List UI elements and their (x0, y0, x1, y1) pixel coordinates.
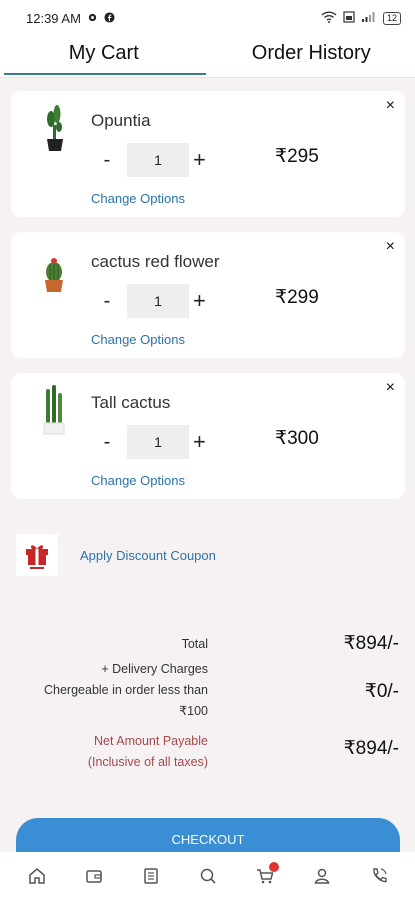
orders-icon[interactable] (137, 862, 165, 890)
quantity-stepper: - 1 + (97, 425, 206, 459)
item-price: ₹295 (275, 146, 319, 167)
remove-item-close-icon[interactable]: × (386, 379, 395, 397)
increase-qty-button[interactable]: + (193, 288, 206, 314)
quantity-field[interactable]: 1 (127, 425, 189, 459)
delivery-label: + Delivery Charges Chergeable in order l… (44, 662, 208, 718)
change-options-link[interactable]: Change Options (91, 473, 185, 488)
apply-coupon-link[interactable]: Apply Discount Coupon (80, 548, 216, 563)
increase-qty-button[interactable]: + (193, 429, 206, 455)
delivery-value: ₹0/- (364, 681, 399, 702)
cart-item: Opuntia - 1 + ₹295 Change Options × (11, 91, 405, 217)
change-options-link[interactable]: Change Options (91, 332, 185, 347)
bottom-nav (0, 852, 415, 900)
red-flower-cactus-icon (37, 242, 71, 298)
net-amount-value: ₹894/- (343, 738, 399, 759)
total-value: ₹894/- (343, 633, 399, 654)
item-price: ₹299 (275, 287, 319, 308)
decrease-qty-button[interactable]: - (97, 149, 117, 172)
settings-gear-icon (87, 11, 98, 26)
cart-icon[interactable] (251, 862, 279, 890)
tall-cactus-icon (37, 383, 71, 439)
tab-order-history[interactable]: Order History (208, 36, 415, 77)
status-time: 12:39 AM (26, 10, 81, 26)
facebook-icon (104, 11, 115, 26)
tab-my-cart[interactable]: My Cart (0, 36, 208, 77)
decrease-qty-button[interactable]: - (97, 290, 117, 313)
remove-item-close-icon[interactable]: × (386, 97, 395, 115)
gift-icon (16, 534, 58, 576)
net-amount-label: Net Amount Payable (Inclusive of all tax… (87, 734, 208, 769)
increase-qty-button[interactable]: + (193, 147, 206, 173)
cart-tabs: My Cart Order History (0, 36, 415, 78)
remove-item-close-icon[interactable]: × (386, 238, 395, 256)
signal-icon (361, 11, 377, 26)
item-name: cactus red flower (91, 252, 220, 271)
wifi-icon (321, 10, 337, 26)
cart-item: cactus red flower - 1 + ₹299 Change Opti… (11, 232, 405, 358)
battery-icon: 12 (382, 11, 401, 25)
sim-icon (343, 10, 355, 26)
status-bar: 12:39 AM 12 (0, 0, 415, 36)
discount-coupon-row[interactable]: Apply Discount Coupon (16, 534, 216, 576)
change-options-link[interactable]: Change Options (91, 191, 185, 206)
home-icon[interactable] (23, 862, 51, 890)
decrease-qty-button[interactable]: - (97, 431, 117, 454)
search-icon[interactable] (194, 862, 222, 890)
phone-icon[interactable] (365, 862, 393, 890)
item-name: Tall cactus (91, 393, 171, 412)
item-price: ₹300 (275, 428, 319, 449)
cart-item: Tall cactus - 1 + ₹300 Change Options × (11, 373, 405, 499)
total-label: Total (181, 637, 208, 651)
cart-badge (268, 862, 279, 872)
user-icon[interactable] (308, 862, 336, 890)
quantity-stepper: - 1 + (97, 284, 206, 318)
opuntia-cactus-icon (37, 101, 71, 157)
wallet-icon[interactable] (80, 862, 108, 890)
quantity-field[interactable]: 1 (127, 143, 189, 177)
quantity-field[interactable]: 1 (127, 284, 189, 318)
item-name: Opuntia (91, 111, 151, 130)
quantity-stepper: - 1 + (97, 143, 206, 177)
